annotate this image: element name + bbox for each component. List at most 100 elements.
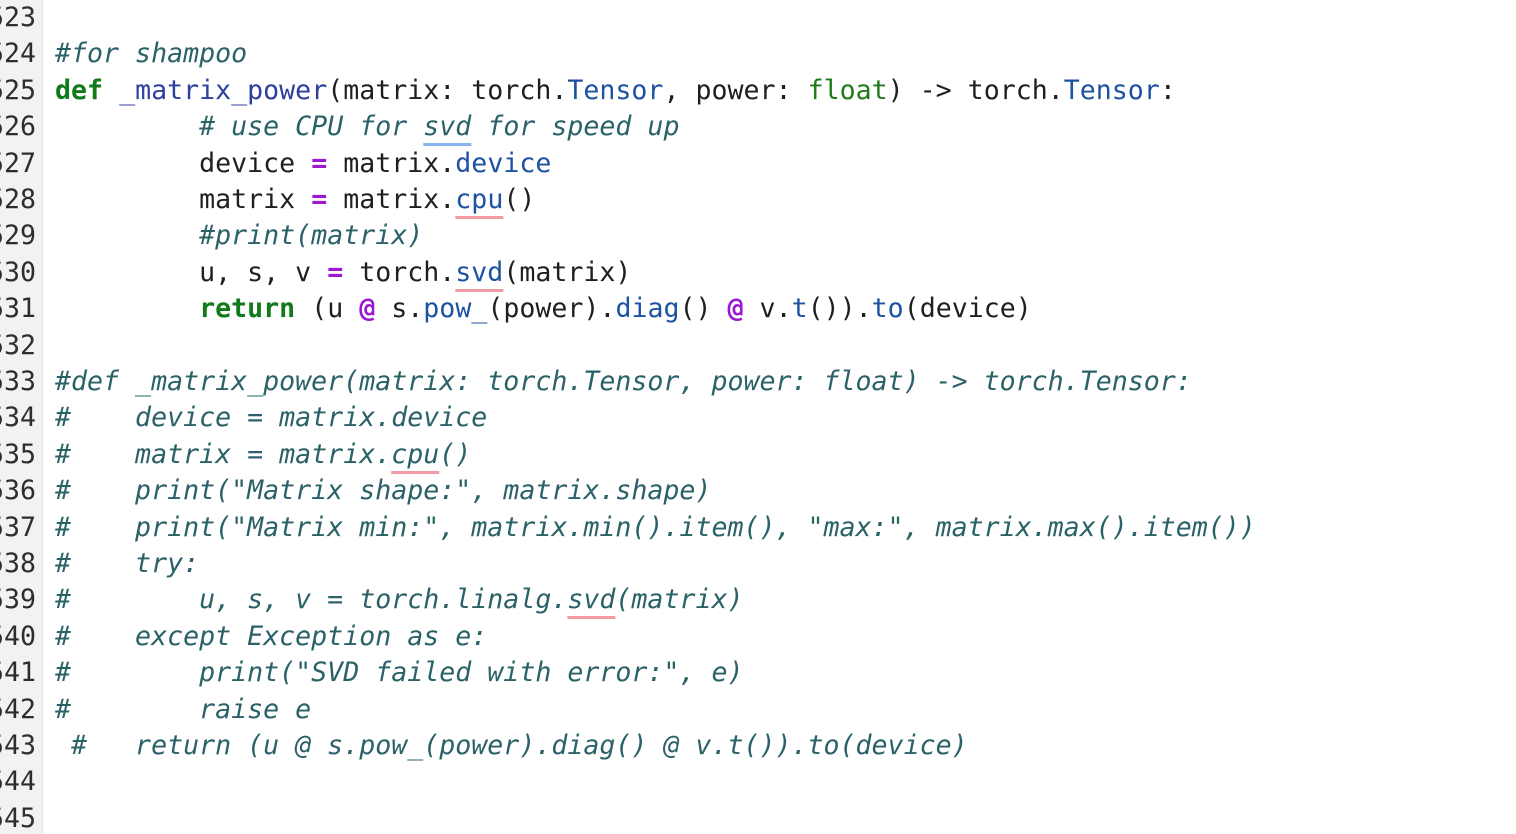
code-token: () [503, 184, 536, 215]
code-token: # u, s, v = torch.linalg. [55, 584, 568, 616]
line-number: 533 [0, 366, 36, 397]
code-token: (matrix: torch. [327, 74, 568, 106]
code-text[interactable]: # return (u @ s.pow_(power).diag() @ v.t… [55, 728, 968, 764]
code-text[interactable]: # matrix = matrix.cpu() [55, 437, 471, 473]
code-text[interactable]: #for shampoo [55, 36, 247, 72]
code-token: u, s, v [55, 256, 328, 288]
line-number: 536 [0, 475, 36, 507]
code-text[interactable]: # print("Matrix min:", matrix.min().item… [55, 510, 1256, 546]
code-token: pow_ [423, 293, 488, 325]
line-number: 542 [0, 693, 36, 725]
code-line[interactable]: 533 #def _matrix_power(matrix: torch.Tens… [0, 364, 1516, 400]
line-number: 524 [0, 38, 36, 70]
code-token: torch. [343, 256, 456, 288]
code-token: cpu [455, 184, 504, 215]
code-token: for speed up [471, 111, 680, 143]
line-number: 529 [0, 220, 36, 252]
line-number: 539 [0, 584, 36, 616]
code-text[interactable]: def _matrix_power(matrix: torch.Tensor, … [55, 73, 1176, 109]
code-token: (matrix) [615, 584, 744, 616]
code-token: # return (u @ s.pow_(power).diag() @ v.t… [55, 730, 968, 761]
code-token: # print("Matrix shape:", matrix.shape) [55, 475, 712, 507]
code-token: def [55, 74, 104, 106]
code-line[interactable]: 529 #print(matrix) [0, 218, 1516, 254]
code-line[interactable]: 542 # raise e [0, 692, 1516, 728]
code-token: device [455, 147, 552, 179]
code-token: Tensor [1063, 74, 1160, 106]
code-token: = [311, 184, 328, 215]
line-number: 531 [0, 293, 36, 325]
code-token: @ [727, 293, 744, 325]
line-number: 528 [0, 184, 36, 215]
code-token: (device) [903, 293, 1032, 325]
code-editor[interactable]: 523524 #for shampoo525def _matrix_power(m… [0, 0, 1516, 834]
code-token: float [807, 74, 888, 106]
code-token: matrix. [327, 147, 456, 179]
code-token: () [439, 438, 472, 470]
code-token: # print("SVD failed with error:", e) [55, 657, 744, 689]
code-line[interactable]: 528 matrix = matrix.cpu() [0, 182, 1516, 218]
code-token: # device = matrix.device [55, 402, 488, 434]
code-line[interactable]: 532 [0, 328, 1516, 364]
code-token: # try: [55, 548, 200, 579]
code-line[interactable]: 523 [0, 0, 1516, 36]
code-line[interactable]: 536 # print("Matrix shape:", matrix.shape… [0, 473, 1516, 509]
code-line[interactable]: 539 # u, s, v = torch.linalg.svd(matrix) [0, 582, 1516, 618]
code-token: @ [359, 293, 376, 325]
code-line[interactable]: 545 [0, 801, 1516, 834]
code-text[interactable]: # print("SVD failed with error:", e) [55, 655, 743, 691]
line-number: 545 [0, 802, 36, 834]
code-text[interactable]: #print(matrix) [55, 218, 423, 254]
code-token: Tensor [567, 74, 664, 106]
code-line[interactable]: 544 [0, 764, 1516, 800]
code-text[interactable]: # print("Matrix shape:", matrix.shape) [55, 473, 711, 509]
code-line[interactable]: 525def _matrix_power(matrix: torch.Tenso… [0, 73, 1516, 109]
code-token: v. [743, 293, 792, 325]
code-line[interactable]: 526 # use CPU for svd for speed up [0, 109, 1516, 145]
line-number: 538 [0, 548, 36, 579]
code-text[interactable]: # device = matrix.device [55, 400, 487, 436]
code-line[interactable]: 527 device = matrix.device [0, 146, 1516, 182]
code-token: # matrix = matrix. [55, 438, 392, 470]
code-text[interactable]: # try: [55, 546, 199, 582]
line-number: 544 [0, 766, 36, 798]
code-line[interactable]: 540 # except Exception as e: [0, 619, 1516, 655]
code-text[interactable]: u, s, v = torch.svd(matrix) [55, 255, 631, 291]
line-number: 532 [0, 329, 36, 361]
code-token: = [311, 147, 328, 179]
code-token: # print("Matrix min:", matrix.min().item… [55, 511, 1256, 543]
code-token: (matrix) [503, 256, 632, 288]
code-text[interactable]: device = matrix.device [55, 146, 551, 182]
code-line[interactable]: 541 # print("SVD failed with error:", e) [0, 655, 1516, 691]
code-token: to [871, 293, 904, 325]
code-text[interactable]: # use CPU for svd for speed up [55, 109, 679, 145]
code-text[interactable]: #def _matrix_power(matrix: torch.Tensor,… [55, 364, 1192, 400]
code-line[interactable]: 534 # device = matrix.device [0, 400, 1516, 436]
code-text[interactable]: return (u @ s.pow_(power).diag() @ v.t()… [55, 291, 1032, 327]
code-line[interactable]: 524 #for shampoo [0, 36, 1516, 72]
code-token: #def _matrix_power(matrix: torch.Tensor,… [55, 366, 1192, 397]
code-text[interactable]: matrix = matrix.cpu() [55, 182, 535, 218]
code-token: matrix. [327, 184, 456, 215]
code-token: # use CPU for [199, 111, 424, 143]
code-line[interactable]: 537 # print("Matrix min:", matrix.min().i… [0, 510, 1516, 546]
code-text[interactable]: # u, s, v = torch.linalg.svd(matrix) [55, 582, 744, 618]
code-line[interactable]: 538 # try: [0, 546, 1516, 582]
code-token: cpu [391, 438, 440, 470]
code-line[interactable]: 531 return (u @ s.pow_(power).diag() @ v… [0, 291, 1516, 327]
code-token: _matrix_power [119, 74, 328, 106]
line-number: 537 [0, 511, 36, 543]
code-line[interactable]: 530 u, s, v = torch.svd(matrix) [0, 255, 1516, 291]
code-line[interactable]: 535 # matrix = matrix.cpu() [0, 437, 1516, 473]
line-number: 540 [0, 620, 36, 652]
code-text[interactable]: # except Exception as e: [55, 619, 487, 655]
code-token: #for shampoo [55, 38, 248, 70]
code-line[interactable]: 543 # return (u @ s.pow_(power).diag() @… [0, 728, 1516, 764]
line-number: 527 [0, 147, 36, 179]
code-text[interactable]: # raise e [55, 692, 311, 728]
line-number: 535 [0, 438, 36, 470]
code-token: : [1159, 74, 1176, 106]
